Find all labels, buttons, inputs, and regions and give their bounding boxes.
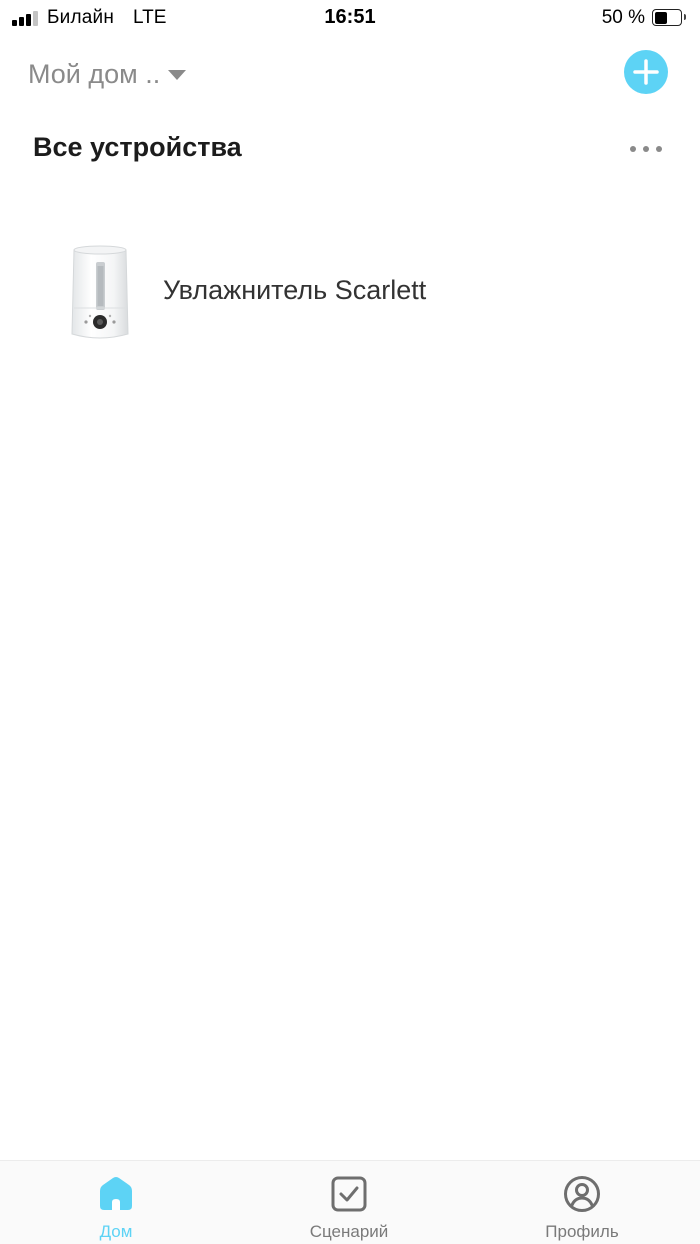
more-options-button[interactable] [626, 138, 666, 160]
profile-icon [564, 1176, 600, 1212]
tab-bar: Дом Сценарий Профиль [0, 1160, 700, 1244]
home-icon [100, 1177, 132, 1210]
tab-home[interactable]: Дом [46, 1161, 186, 1244]
checkbox-icon [331, 1176, 367, 1212]
home-name: Мой дом .. [28, 58, 161, 89]
humidifier-image [71, 245, 129, 339]
tab-home-label: Дом [99, 1222, 133, 1241]
home-selector[interactable]: Мой дом .. [28, 54, 187, 94]
add-device-button[interactable] [624, 50, 668, 94]
tab-scenarios[interactable]: Сценарий [279, 1161, 419, 1244]
device-item[interactable]: Увлажнитель Scarlett [0, 232, 700, 352]
app-screen: Билайн LTE 16:51 50 % Мой дом .. Все уст… [0, 0, 700, 1244]
battery-icon [652, 9, 686, 26]
tab-scenarios-label: Сценарий [309, 1222, 389, 1241]
status-bar: Билайн LTE 16:51 50 % [0, 0, 700, 36]
battery-percent: 50 % [601, 7, 645, 28]
tab-profile[interactable]: Профиль [512, 1161, 652, 1244]
tab-profile-label: Профиль [545, 1222, 619, 1241]
section-title: Все устройства [33, 132, 242, 162]
status-time: 16:51 [324, 6, 376, 28]
more-dots-icon [630, 146, 636, 152]
caret-down-icon [168, 70, 187, 80]
plus-icon [633, 59, 659, 85]
device-name: Увлажнитель Scarlett [163, 275, 427, 305]
